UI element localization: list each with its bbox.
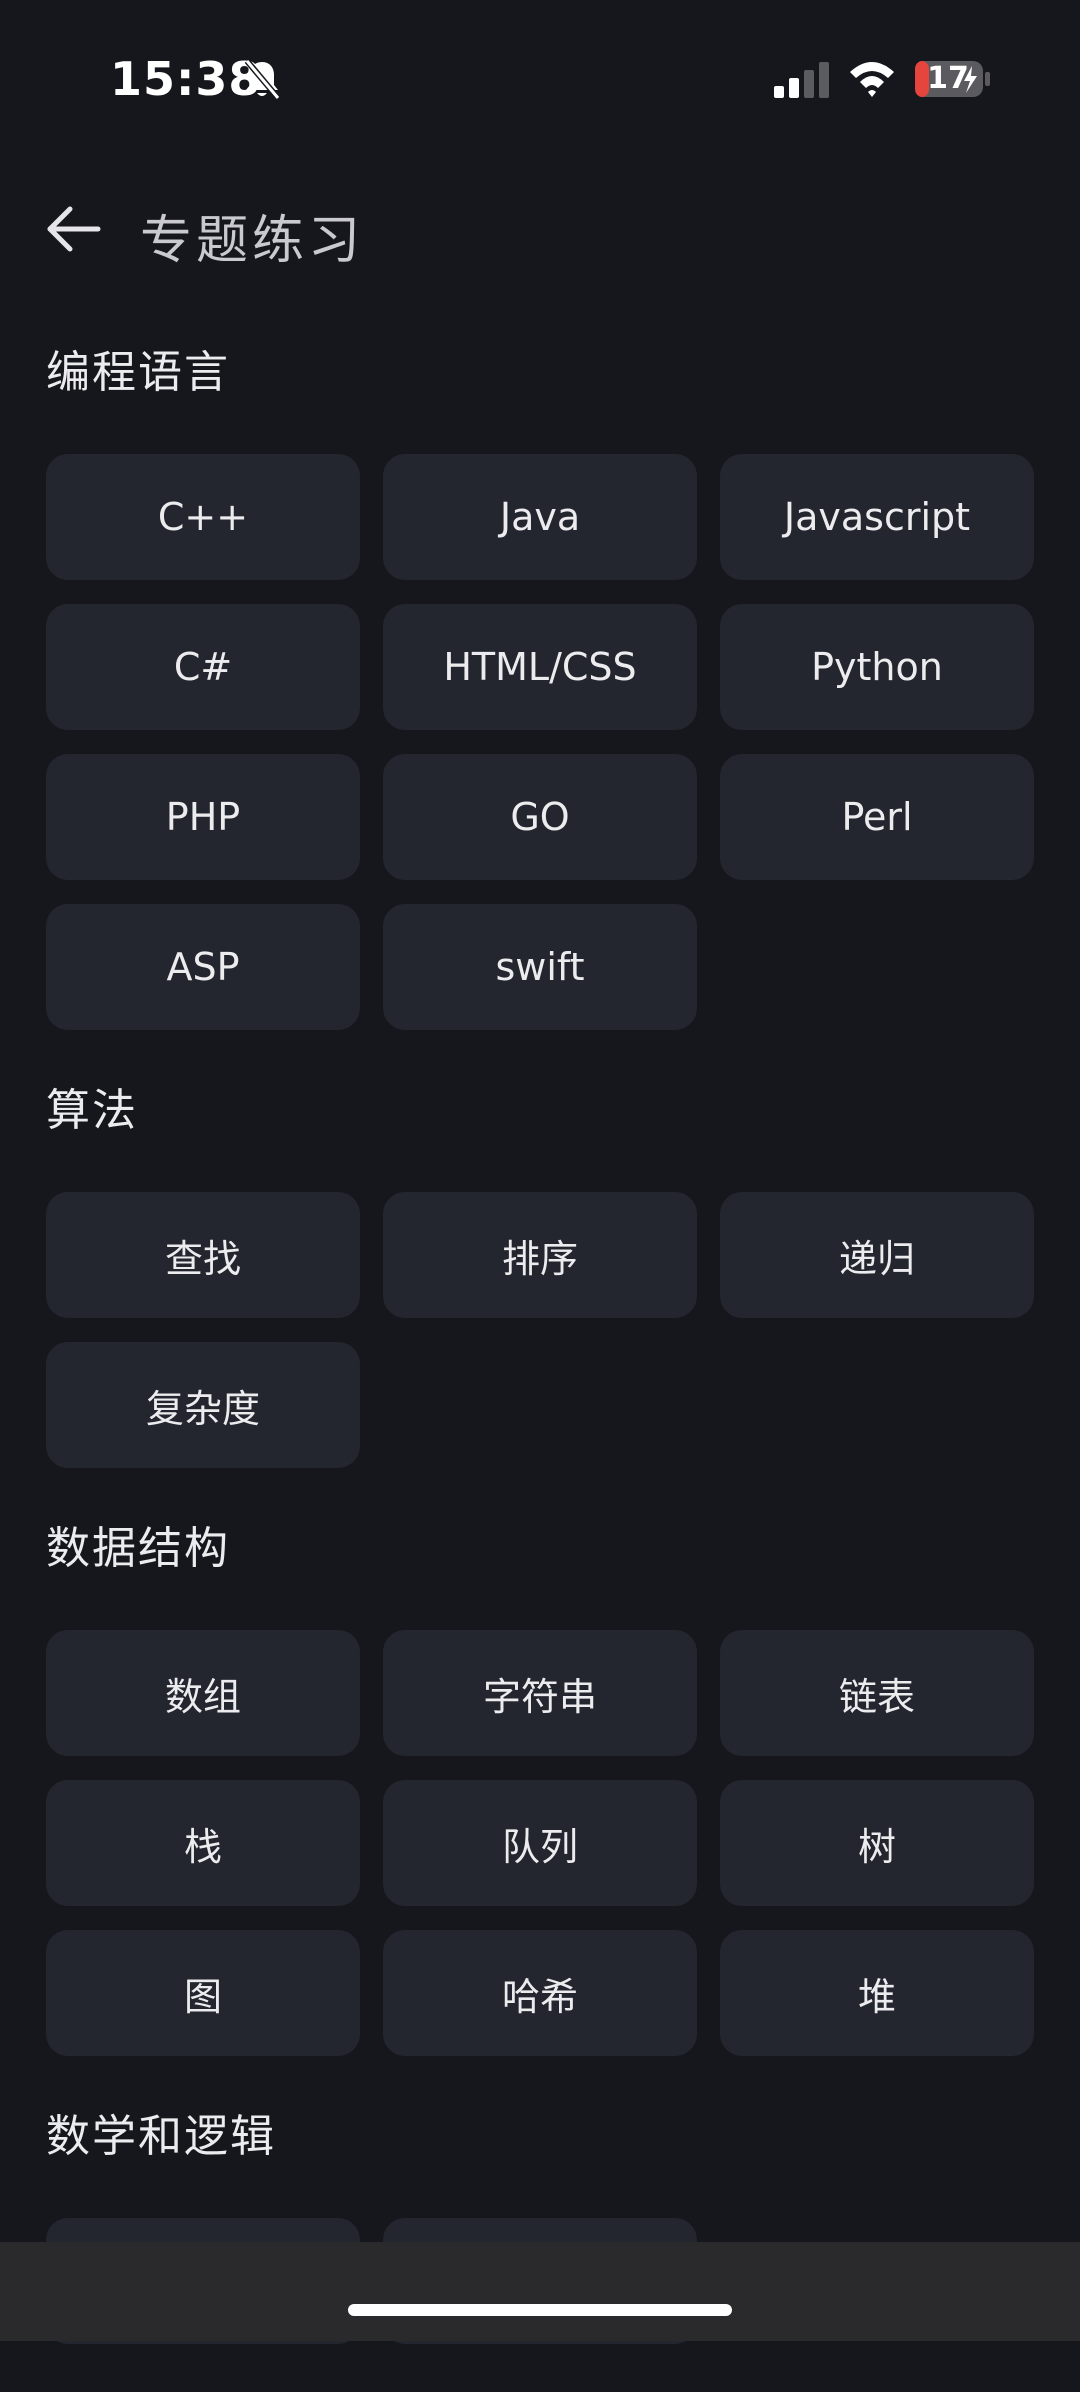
nav-header: 专题练习 [0,180,1080,280]
status-bar: 15:38 17 [0,0,1080,160]
topic-tile-php[interactable]: PHP [46,754,360,880]
topic-tile-go[interactable]: GO [383,754,697,880]
topic-tile-stack[interactable]: 栈 [46,1780,360,1906]
battery-level: 17 [927,61,969,96]
page-title: 专题练习 [140,211,365,271]
topic-tile-heap[interactable]: 堆 [720,1930,1034,2056]
topic-tile-html-css[interactable]: HTML/CSS [383,604,697,730]
section-title-math-logic: 数学和逻辑 [46,2111,276,2162]
section-title-programming-languages: 编程语言 [46,347,230,398]
status-time: 15:38 [110,52,262,106]
section-grid-algorithms: 查找 排序 递归 复杂度 [46,1192,1034,1468]
arrow-left-icon[interactable] [46,204,102,254]
topic-tile-javascript[interactable]: Javascript [720,454,1034,580]
section-grid-data-structures: 数组 字符串 链表 栈 队列 树 图 哈希 堆 [46,1630,1034,2056]
topic-tile-sort[interactable]: 排序 [383,1192,697,1318]
topic-tile-perl[interactable]: Perl [720,754,1034,880]
wifi-icon [850,62,894,97]
topic-tile-java[interactable]: Java [383,454,697,580]
topic-tile-hash[interactable]: 哈希 [383,1930,697,2056]
topic-tile-cpp[interactable]: C++ [46,454,360,580]
topic-tile-graph[interactable]: 图 [46,1930,360,2056]
cellular-signal-icon [774,62,829,98]
topic-tile-swift[interactable]: swift [383,904,697,1030]
topic-tile-queue[interactable]: 队列 [383,1780,697,1906]
section-title-algorithms: 算法 [46,1085,138,1136]
topic-tile-asp[interactable]: ASP [46,904,360,1030]
topic-tile-recursion[interactable]: 递归 [720,1192,1034,1318]
topic-tile-array[interactable]: 数组 [46,1630,360,1756]
bottom-bar [0,2242,1080,2341]
topic-tile-csharp[interactable]: C# [46,604,360,730]
topic-tile-complexity[interactable]: 复杂度 [46,1342,360,1468]
topic-tile-python[interactable]: Python [720,604,1034,730]
topic-list: 编程语言 C++ Java Javascript C# HTML/CSS Pyt… [46,340,1034,2392]
topic-tile-linked-list[interactable]: 链表 [720,1630,1034,1756]
section-grid-programming-languages: C++ Java Javascript C# HTML/CSS Python P… [46,454,1034,1030]
bell-slash-icon [244,59,281,100]
topic-tile-string[interactable]: 字符串 [383,1630,697,1756]
home-indicator[interactable] [348,2304,732,2316]
topic-tile-tree[interactable]: 树 [720,1780,1034,1906]
topic-tile-search[interactable]: 查找 [46,1192,360,1318]
section-title-data-structures: 数据结构 [46,1523,230,1574]
